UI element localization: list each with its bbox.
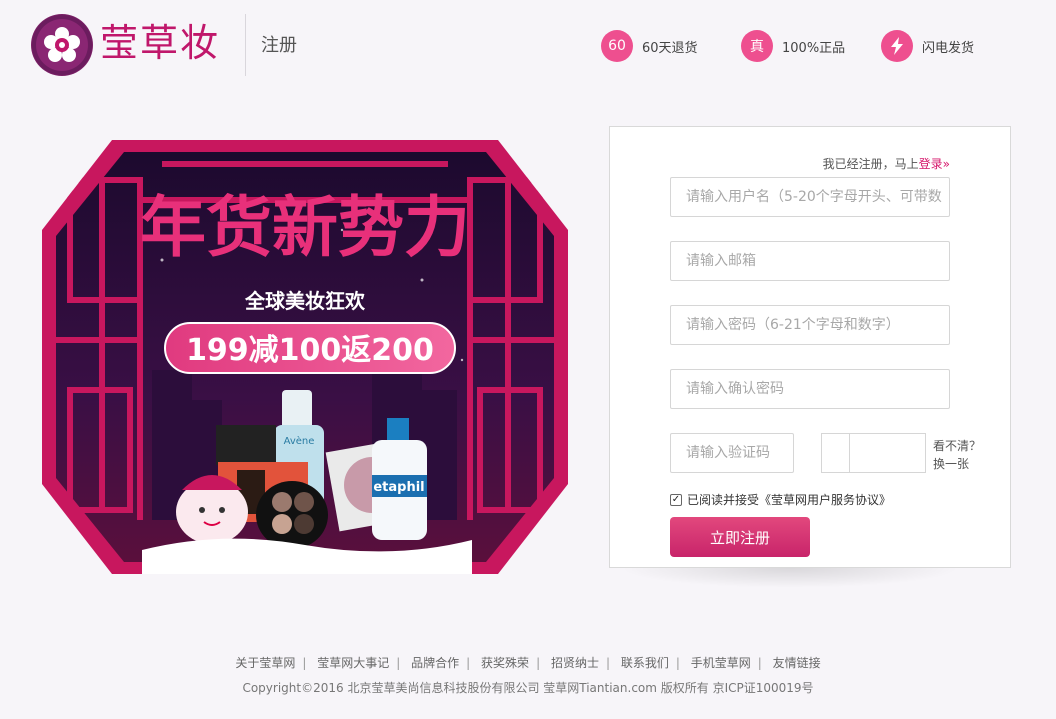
banner-deal: 199减100返200 [186, 333, 434, 368]
register-button[interactable]: 立即注册 [670, 517, 810, 557]
divider: | [757, 656, 762, 670]
footer-link-awards[interactable]: 获奖殊荣 [481, 656, 529, 670]
page-title: 注册 [261, 35, 297, 56]
genuine-icon: 真 [741, 30, 773, 62]
lightning-icon [881, 30, 913, 62]
footer-link-friends[interactable]: 友情链接 [773, 656, 821, 670]
banner-headline: 年货新势力 [140, 188, 470, 266]
flower-icon [32, 15, 92, 75]
agreement-row: ✓ 已阅读并接受《莹草网用户服务协议》 [670, 491, 891, 508]
brand-logo-icon[interactable] [31, 14, 93, 76]
promise-genuine: 真 100%正品 [741, 30, 845, 62]
divider: | [675, 656, 680, 670]
agree-label[interactable]: 已阅读并接受《莹草网用户服务协议》 [687, 491, 891, 508]
confirm-password-input[interactable] [670, 369, 950, 409]
refresh-line2: 换一张 [933, 457, 970, 471]
avene-label: Avène [284, 435, 315, 447]
copyright: Copyright©2016 北京莹草美尚信息科技股份有限公司 莹草网Tiant… [242, 681, 814, 695]
promise-label: 闪电发货 [922, 40, 975, 56]
footer-link-contact[interactable]: 联系我们 [621, 656, 669, 670]
divider: | [605, 656, 610, 670]
footer-links: 关于莹草网 | 莹草网大事记 | 品牌合作 | 获奖殊荣 | 招贤纳士 | 联系我们 | 手… [0, 654, 1056, 671]
promise-return: 60 60天退货 [601, 30, 698, 62]
login-link[interactable]: 登录» [919, 157, 950, 171]
footer-link-brand[interactable]: 品牌合作 [411, 656, 459, 670]
promise-shipping: 闪电发货 [881, 30, 974, 62]
login-hint-text: 我已经注册，马上 [822, 157, 919, 171]
divider: | [396, 656, 401, 670]
email-input[interactable] [670, 241, 950, 281]
brand-name[interactable]: 莹草妆 [100, 18, 220, 68]
product-compact [256, 481, 328, 549]
site-header: 莹草妆 注册 60 60天退货 真 100%正品 闪电发货 [0, 0, 1056, 90]
header-divider [245, 14, 246, 76]
captcha-input[interactable] [670, 433, 794, 473]
captcha-image-segment [822, 434, 850, 472]
divider: | [536, 656, 541, 670]
footer-link-mobile[interactable]: 手机莹草网 [691, 656, 751, 670]
promise-label: 60天退货 [642, 40, 698, 56]
divider: | [302, 656, 307, 670]
footer-link-about[interactable]: 关于莹草网 [235, 656, 295, 670]
username-input[interactable] [670, 177, 950, 217]
cetaphil-label: etaphil [373, 480, 424, 495]
divider: | [466, 656, 471, 670]
captcha-image[interactable] [821, 433, 926, 473]
refresh-line1: 看不清？ [933, 439, 982, 453]
password-input[interactable] [670, 305, 950, 345]
footer-link-jobs[interactable]: 招贤纳士 [551, 656, 599, 670]
banner-subline: 全球美妆狂欢 [244, 289, 366, 313]
promise-label: 100%正品 [782, 40, 846, 56]
promo-banner[interactable]: 年货新势力 全球美妆狂欢 199减100返200 Avène etaphil [42, 140, 568, 574]
form-shadow [620, 568, 960, 588]
refresh-captcha-link[interactable]: 看不清？ 换一张 [933, 437, 981, 473]
agree-checkbox[interactable]: ✓ [670, 493, 682, 506]
register-form-panel: 我已经注册，马上登录» 看不清？ 换一张 ✓ 已阅读并接受《莹草网用户服务协议》… [609, 126, 1011, 568]
promo-banner-art: 年货新势力 全球美妆狂欢 199减100返200 Avène etaphil [42, 140, 568, 574]
footer-link-history[interactable]: 莹草网大事记 [317, 656, 389, 670]
login-hint: 我已经注册，马上登录» [823, 155, 950, 172]
return-icon: 60 [601, 30, 633, 62]
